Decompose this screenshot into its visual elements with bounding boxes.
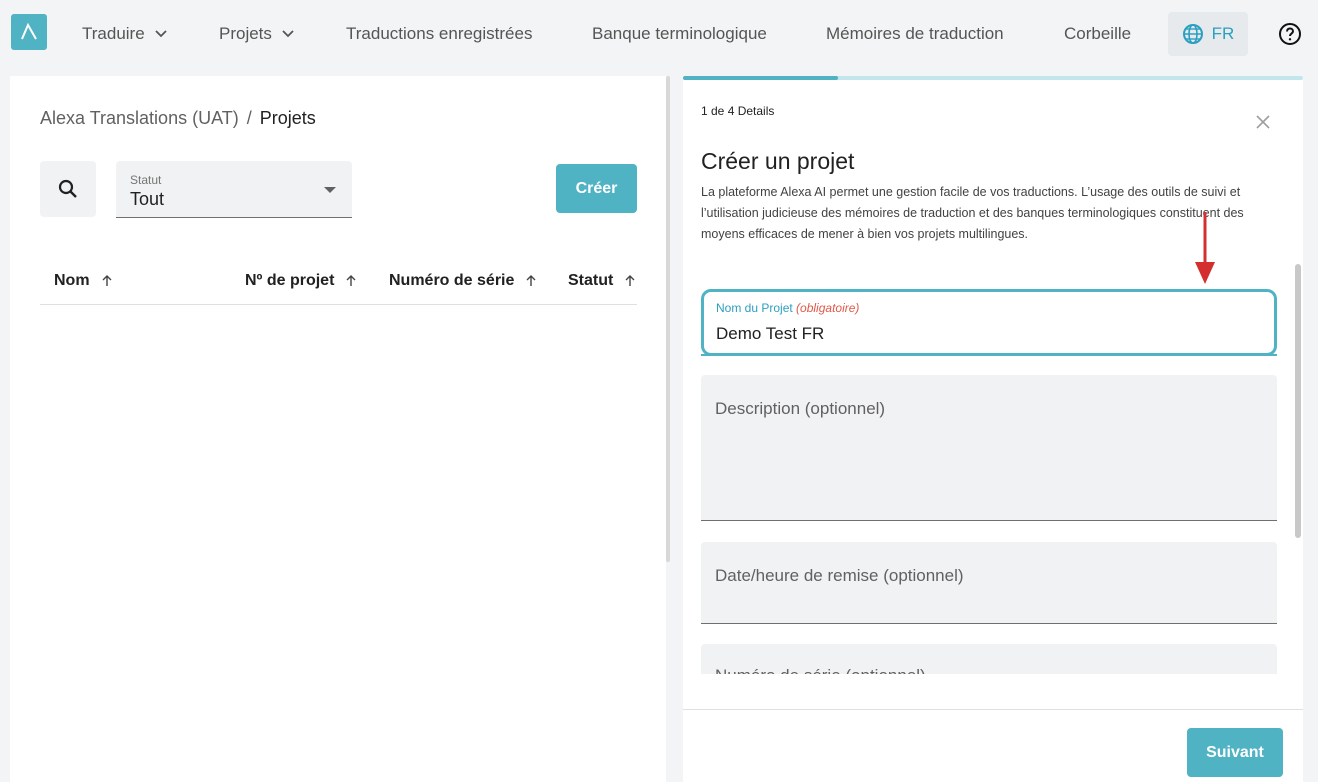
description-placeholder: Description (optionnel) bbox=[715, 399, 886, 418]
serial-number-field[interactable]: Numéro de série (optionnel) bbox=[701, 644, 1277, 674]
due-date-field[interactable]: Date/heure de remise (optionnel) bbox=[701, 542, 1277, 624]
step-indicator: 1 de 4 Details bbox=[701, 104, 775, 118]
nav-memoires-de-traduction[interactable]: Mémoires de traduction bbox=[826, 22, 1004, 46]
breadcrumb: Alexa Translations (UAT) / Projets bbox=[40, 108, 316, 129]
lambda-logo-icon bbox=[21, 22, 37, 40]
sort-arrow-up-icon bbox=[526, 275, 536, 287]
serial-number-placeholder: Numéro de série (optionnel) bbox=[715, 666, 926, 674]
step-progress-track bbox=[683, 76, 1303, 80]
language-button[interactable]: FR bbox=[1168, 12, 1248, 56]
help-button[interactable] bbox=[1276, 20, 1304, 48]
step-progress-fill bbox=[683, 76, 838, 80]
column-header-label: Statut bbox=[568, 272, 614, 289]
form-fields: Nom du Projet (obligatoire) Demo Test FR… bbox=[683, 276, 1293, 674]
dialog-footer-divider bbox=[683, 709, 1303, 710]
dialog-title: Créer un projet bbox=[701, 148, 855, 174]
project-name-label: Nom du Projet (obligatoire) bbox=[716, 301, 859, 315]
projects-panel: Alexa Translations (UAT) / Projets Statut … bbox=[10, 76, 666, 782]
language-label: FR bbox=[1211, 24, 1235, 43]
nav-corbeille-label: Corbeille bbox=[1064, 24, 1132, 43]
column-header-label: Nom bbox=[54, 272, 90, 289]
breadcrumb-org[interactable]: Alexa Translations (UAT) bbox=[40, 108, 239, 128]
close-button[interactable] bbox=[1253, 112, 1273, 132]
sort-arrow-up-icon bbox=[346, 275, 356, 287]
column-header-nom[interactable]: Nom bbox=[54, 272, 112, 290]
required-marker: (obligatoire) bbox=[796, 301, 860, 315]
create-project-dialog: 1 de 4 Details Créer un projet La platef… bbox=[683, 76, 1303, 782]
caret-down-icon bbox=[324, 187, 336, 193]
annotation-arrow-icon bbox=[1195, 212, 1215, 284]
app-logo[interactable] bbox=[11, 14, 47, 50]
nav-banque-terminologique[interactable]: Banque terminologique bbox=[592, 22, 767, 46]
nav-banque-terminologique-label: Banque terminologique bbox=[592, 24, 767, 43]
status-filter-select[interactable]: Statut Tout bbox=[116, 161, 352, 218]
status-filter-label: Statut bbox=[130, 173, 162, 187]
globe-icon bbox=[1182, 24, 1203, 44]
chevron-down-icon bbox=[155, 30, 167, 38]
help-circle-icon bbox=[1279, 23, 1301, 45]
nav-traduire-label: Traduire bbox=[82, 24, 145, 43]
column-header-no-projet[interactable]: Nº de projet bbox=[245, 272, 356, 290]
project-name-label-text: Nom du Projet bbox=[716, 301, 793, 315]
nav-projets-label: Projets bbox=[219, 24, 272, 43]
search-icon bbox=[58, 179, 77, 198]
create-button[interactable]: Créer bbox=[556, 164, 637, 213]
dialog-scrollbar[interactable] bbox=[1295, 264, 1301, 538]
top-navigation-bar: Traduire Projets Traductions enregistrée… bbox=[0, 0, 1318, 68]
sort-arrow-up-icon bbox=[625, 275, 635, 287]
description-field[interactable]: Description (optionnel) bbox=[701, 375, 1277, 521]
column-header-numero-de-serie[interactable]: Numéro de série bbox=[389, 272, 536, 290]
next-button[interactable]: Suivant bbox=[1187, 728, 1283, 777]
left-panel-scrollbar[interactable] bbox=[666, 76, 670, 562]
nav-traductions-enregistrees[interactable]: Traductions enregistrées bbox=[346, 22, 532, 46]
status-filter-value: Tout bbox=[130, 189, 165, 209]
nav-traductions-enregistrees-label: Traductions enregistrées bbox=[346, 24, 533, 43]
column-header-label: Numéro de série bbox=[389, 272, 515, 289]
project-name-underline bbox=[701, 354, 1277, 356]
nav-traduire[interactable]: Traduire bbox=[82, 22, 167, 46]
project-name-value: Demo Test FR bbox=[716, 324, 825, 343]
due-date-placeholder: Date/heure de remise (optionnel) bbox=[715, 566, 964, 585]
close-icon bbox=[1256, 115, 1270, 129]
nav-corbeille[interactable]: Corbeille bbox=[1064, 22, 1131, 46]
project-name-field[interactable]: Nom du Projet (obligatoire) Demo Test FR bbox=[701, 289, 1277, 356]
breadcrumb-separator: / bbox=[246, 108, 252, 128]
projects-table-header: Nom Nº de projet Numéro de série Statut bbox=[40, 256, 637, 305]
column-header-label: Nº de projet bbox=[245, 272, 335, 289]
nav-projets[interactable]: Projets bbox=[219, 22, 294, 46]
search-button[interactable] bbox=[40, 161, 96, 217]
sort-arrow-up-icon bbox=[102, 275, 112, 287]
column-header-statut[interactable]: Statut bbox=[568, 272, 635, 290]
chevron-down-icon bbox=[282, 30, 294, 38]
breadcrumb-current: Projets bbox=[259, 108, 316, 128]
nav-memoires-de-traduction-label: Mémoires de traduction bbox=[826, 24, 1004, 43]
